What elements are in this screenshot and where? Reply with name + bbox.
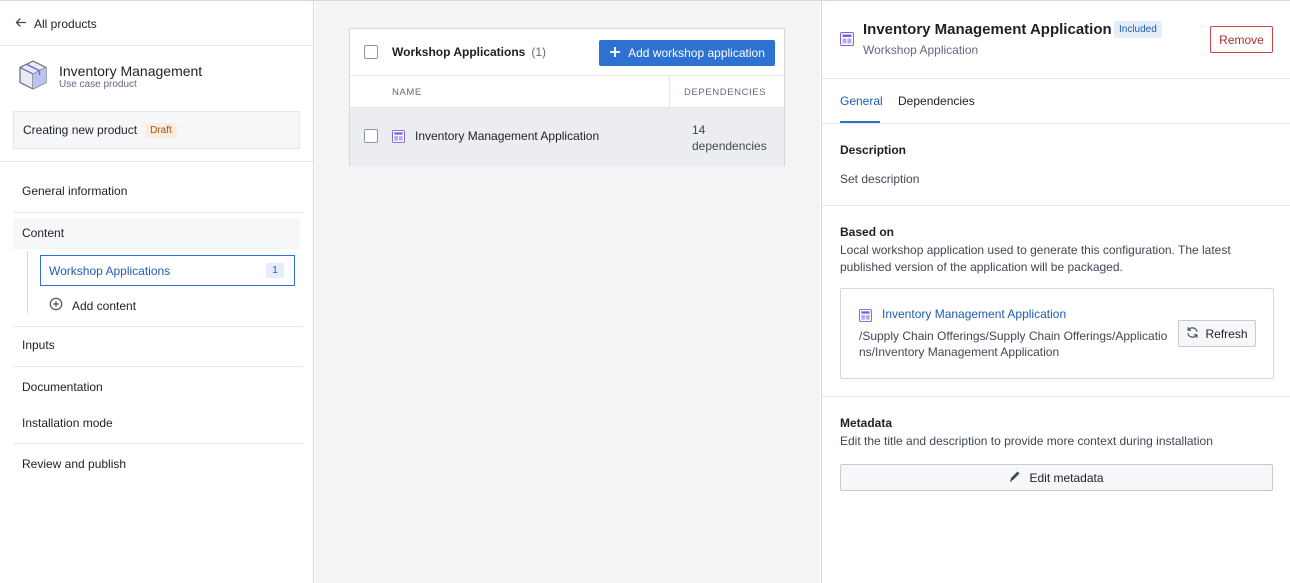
divider <box>0 45 313 46</box>
card-title-text: Workshop Applications <box>392 45 526 59</box>
divider <box>822 123 1290 124</box>
nav-inputs[interactable]: Inputs <box>22 338 55 352</box>
row-dependencies-count: 14 <box>692 123 706 137</box>
back-to-all-products-link[interactable]: All products <box>14 15 97 33</box>
tab-dependencies[interactable]: Dependencies <box>898 94 975 108</box>
refresh-icon <box>1186 326 1199 342</box>
source-application-box: Inventory Management Application /Supply… <box>840 288 1274 379</box>
add-workshop-application-button[interactable]: Add workshop application <box>599 40 775 66</box>
row-dependencies-label: dependencies <box>692 139 767 153</box>
detail-subtitle: Workshop Application <box>863 43 979 57</box>
refresh-button[interactable]: Refresh <box>1178 320 1256 347</box>
based-on-text: Local workshop application used to gener… <box>840 243 1231 274</box>
divider <box>13 326 303 327</box>
edit-metadata-button[interactable]: Edit metadata <box>840 464 1273 491</box>
nav-workshop-applications-label: Workshop Applications <box>49 263 171 278</box>
source-application-link[interactable]: Inventory Management Application <box>882 307 1066 321</box>
arrow-left-icon <box>14 16 27 32</box>
refresh-label: Refresh <box>1205 326 1248 341</box>
based-on-title: Based on <box>840 225 895 239</box>
nav-review-and-publish[interactable]: Review and publish <box>22 457 126 471</box>
tree-line <box>27 251 28 313</box>
divider <box>822 396 1290 397</box>
status-text: Creating new product <box>23 123 138 137</box>
workshop-applications-count: 1 <box>266 263 284 278</box>
nav-content[interactable]: Content <box>22 226 64 240</box>
product-name: Inventory Management <box>59 63 203 79</box>
row-checkbox[interactable] <box>364 129 378 143</box>
nav-documentation[interactable]: Documentation <box>22 380 103 394</box>
table-row[interactable]: Inventory Management Application 14 depe… <box>350 108 784 166</box>
workshop-applications-card: Workshop Applications (1) Add workshop ap… <box>349 28 785 166</box>
description-value: Set description <box>840 172 920 186</box>
column-divider <box>669 76 670 108</box>
sidebar: All products Inventory Management Use ca… <box>0 1 314 583</box>
back-label: All products <box>34 17 97 31</box>
edit-metadata-label: Edit metadata <box>1029 470 1104 485</box>
divider <box>13 212 303 213</box>
product-box-icon <box>17 59 49 94</box>
divider <box>13 443 303 444</box>
column-header-dependencies[interactable]: DEPENDENCIES <box>684 87 766 98</box>
included-badge: Included <box>1114 21 1162 38</box>
plus-icon <box>609 46 621 61</box>
divider <box>13 366 303 367</box>
draft-tag: Draft <box>145 122 177 138</box>
product-header: Inventory Management Use case product <box>17 59 202 94</box>
add-workshop-application-label: Add workshop application <box>628 46 765 60</box>
row-name: Inventory Management Application <box>415 129 600 143</box>
product-status: Creating new product Draft <box>13 111 300 149</box>
remove-button[interactable]: Remove <box>1210 26 1273 53</box>
nav-workshop-applications[interactable]: Workshop Applications 1 <box>40 255 295 286</box>
card-title: Workshop Applications (1) <box>392 45 546 59</box>
card-header: Workshop Applications (1) Add workshop ap… <box>350 29 784 76</box>
divider <box>0 161 313 162</box>
tab-general[interactable]: General <box>840 94 883 108</box>
column-header-name[interactable]: NAME <box>392 87 422 98</box>
metadata-title: Metadata <box>840 416 893 430</box>
product-type: Use case product <box>59 79 137 90</box>
metadata-text: Edit the title and description to provid… <box>840 434 1213 448</box>
plus-circle-icon <box>49 297 63 314</box>
select-all-checkbox[interactable] <box>364 45 378 59</box>
source-application-path: /Supply Chain Offerings/Supply Chain Off… <box>859 329 1168 359</box>
add-content-button[interactable]: Add content <box>49 297 136 314</box>
table-header: NAME DEPENDENCIES <box>350 76 784 108</box>
description-title: Description <box>840 143 907 157</box>
row-dependencies: 14 dependencies <box>692 122 767 154</box>
divider <box>822 205 1290 206</box>
nav-installation-mode[interactable]: Installation mode <box>22 416 113 430</box>
content-panel: Workshop Applications (1) Add workshop ap… <box>315 1 820 583</box>
card-count: (1) <box>531 45 547 59</box>
divider <box>822 78 1290 79</box>
nav-general-information[interactable]: General information <box>22 184 127 198</box>
detail-title: Inventory Management Application <box>863 21 1112 38</box>
edit-icon <box>1009 470 1021 485</box>
detail-panel: Inventory Management Application Include… <box>821 1 1290 583</box>
add-content-label: Add content <box>72 298 137 313</box>
